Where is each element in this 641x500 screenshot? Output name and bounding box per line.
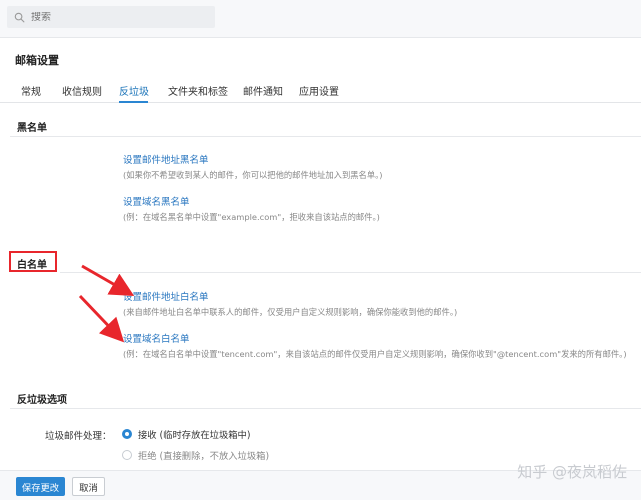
radio-checked-icon[interactable] bbox=[122, 429, 132, 439]
blacklist-address-hint: (如果你不希望收到某人的邮件，你可以把他的邮件地址加入到黑名单。) bbox=[123, 170, 383, 180]
page-title: 邮箱设置 bbox=[15, 54, 59, 67]
search-icon bbox=[14, 8, 25, 27]
divider bbox=[10, 408, 641, 409]
whitelist-heading: 白名单 bbox=[17, 260, 47, 271]
settings-tabs: 常规 收信规则 反垃圾 文件夹和标签 邮件通知 应用设置 bbox=[0, 76, 641, 103]
spam-option-accept[interactable]: 接收 (临时存放在垃圾箱中) bbox=[122, 427, 250, 441]
arrow-to-address-whitelist bbox=[81, 264, 135, 296]
blacklist-address-link[interactable]: 设置邮件地址黑名单 bbox=[123, 152, 209, 166]
cancel-button[interactable]: 取消 bbox=[72, 477, 105, 496]
top-bar bbox=[0, 0, 641, 38]
watermark: 知乎 @夜岚稻佐 bbox=[517, 463, 627, 481]
spam-options-heading: 反垃圾选项 bbox=[17, 395, 67, 406]
whitelist-address-hint: (来自邮件地址白名单中联系人的邮件，仅受用户自定义规则影响，确保你能收到他的邮件… bbox=[123, 307, 458, 317]
blacklist-domain-link[interactable]: 设置域名黑名单 bbox=[123, 194, 190, 208]
radio-unchecked-icon[interactable] bbox=[122, 450, 132, 460]
active-tab-indicator bbox=[119, 101, 148, 103]
tab-mail-notify[interactable]: 邮件通知 bbox=[243, 83, 283, 98]
spam-option-accept-label: 接收 (临时存放在垃圾箱中) bbox=[138, 430, 251, 441]
search-input[interactable] bbox=[31, 11, 201, 23]
divider bbox=[10, 136, 641, 137]
whitelist-domain-hint: (例：在域名白名单中设置"tencent.com"，来自该站点的邮件仅受用户自定… bbox=[123, 349, 627, 359]
tab-general[interactable]: 常规 bbox=[21, 83, 41, 98]
tab-receive-rules[interactable]: 收信规则 bbox=[62, 83, 102, 98]
tab-anti-spam[interactable]: 反垃圾 bbox=[119, 83, 149, 98]
blacklist-heading: 黑名单 bbox=[17, 123, 47, 134]
divider bbox=[60, 272, 641, 273]
blacklist-domain-hint: (例：在域名黑名单中设置"example.com"，拒收来自该站点的邮件。) bbox=[123, 212, 380, 222]
whitelist-address-link[interactable]: 设置邮件地址白名单 bbox=[123, 289, 209, 303]
annotation-arrows bbox=[78, 264, 135, 343]
tab-app-settings[interactable]: 应用设置 bbox=[299, 83, 339, 98]
spam-option-reject[interactable]: 拒绝 (直接删除，不放入垃圾箱) bbox=[122, 448, 269, 462]
spam-option-reject-label: 拒绝 (直接删除，不放入垃圾箱) bbox=[138, 451, 270, 462]
whitelist-domain-link[interactable]: 设置域名白名单 bbox=[123, 331, 190, 345]
tab-folders-labels[interactable]: 文件夹和标签 bbox=[168, 83, 228, 98]
search-box[interactable] bbox=[7, 6, 215, 28]
spam-handling-label: 垃圾邮件处理： bbox=[45, 431, 112, 442]
arrow-to-domain-whitelist bbox=[78, 294, 125, 343]
save-button[interactable]: 保存更改 bbox=[16, 477, 65, 496]
